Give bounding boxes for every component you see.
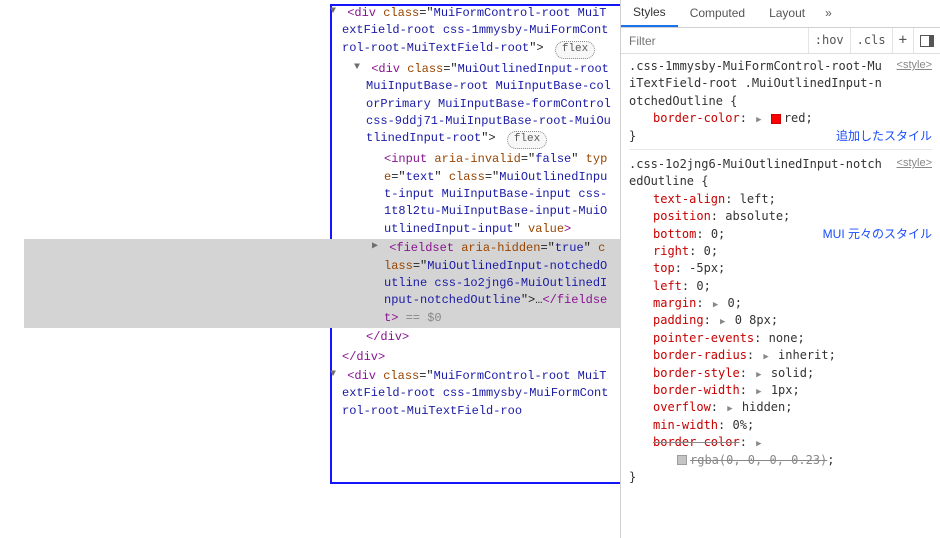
dom-node-div-close[interactable]: </div> <box>24 348 620 367</box>
dom-node-div-inputroot[interactable]: <div class="MuiOutlinedInput-root MuiInp… <box>24 60 620 151</box>
css-value-overridden[interactable]: rgba(0, 0, 0, 0.23); <box>629 452 932 469</box>
css-declaration[interactable]: padding: 0 8px; <box>629 312 932 329</box>
elements-panel: <div class="MuiFormControl-root MuiTextF… <box>20 0 620 538</box>
rule-source-link[interactable]: <style> <box>897 58 932 110</box>
css-declaration[interactable]: left: 0; <box>629 278 932 295</box>
css-declaration[interactable]: margin: 0; <box>629 295 932 312</box>
expand-arrow-icon[interactable] <box>756 386 761 399</box>
css-declaration[interactable]: text-align: left; <box>629 191 932 208</box>
new-rule-button[interactable]: + <box>892 28 913 53</box>
expand-arrow-icon[interactable] <box>713 299 718 312</box>
dom-node-fieldset-selected[interactable]: <fieldset aria-hidden="true" class="MuiO… <box>24 239 620 328</box>
styles-filter-row: :hov .cls + <box>621 28 940 54</box>
annotation-added-style: 追加したスタイル <box>836 128 932 145</box>
css-rule[interactable]: .css-1mmysby-MuiFormControl-root-MuiText… <box>629 58 932 150</box>
expand-arrow-icon[interactable] <box>720 316 725 329</box>
css-declaration[interactable]: border-color: red; <box>629 110 932 127</box>
dom-node-input[interactable]: <input aria-invalid="false" type="text" … <box>24 150 620 239</box>
tab-overflow[interactable]: » <box>817 0 840 27</box>
tag-open: <div <box>347 6 383 20</box>
gutter <box>0 0 20 538</box>
css-declaration[interactable]: border-radius: inherit; <box>629 347 932 364</box>
selected-node-marker: == $0 <box>398 311 441 325</box>
css-declaration[interactable]: pointer-events: none; <box>629 330 932 347</box>
tab-computed[interactable]: Computed <box>678 0 757 27</box>
css-declaration[interactable]: border-style: solid; <box>629 365 932 382</box>
expand-arrow-icon[interactable] <box>763 351 768 364</box>
expand-toggle-icon[interactable] <box>330 5 340 20</box>
expand-arrow-icon[interactable] <box>727 403 732 416</box>
styles-filter-input[interactable] <box>621 34 808 48</box>
css-declaration[interactable]: min-width: 0%; <box>629 417 932 434</box>
css-declaration[interactable]: top: -5px; <box>629 260 932 277</box>
tab-layout[interactable]: Layout <box>757 0 817 27</box>
expand-toggle-icon[interactable] <box>330 368 340 383</box>
expand-arrow-icon[interactable] <box>756 114 761 127</box>
styles-panel: Styles Computed Layout » :hov .cls + .cs… <box>620 0 940 538</box>
expand-arrow-icon[interactable] <box>756 438 761 451</box>
cls-toggle[interactable]: .cls <box>850 28 892 53</box>
dom-node-div-formcontrol[interactable]: <div class="MuiFormControl-root MuiTextF… <box>24 4 620 60</box>
css-declaration[interactable]: right: 0; <box>629 243 932 260</box>
color-swatch[interactable] <box>771 114 781 124</box>
annotation-mui-style: MUI 元々のスタイル <box>823 226 932 243</box>
expand-arrow-icon[interactable] <box>756 369 761 382</box>
css-declaration[interactable]: position: absolute; <box>629 208 932 225</box>
hov-toggle[interactable]: :hov <box>808 28 850 53</box>
css-declaration-overridden[interactable]: border-color: <box>629 434 932 451</box>
color-swatch[interactable] <box>677 455 687 465</box>
rule-selector: .css-1o2jng6-MuiOutlinedInput-notchedOut… <box>629 156 889 191</box>
styles-tabs: Styles Computed Layout » <box>621 0 940 28</box>
expand-toggle-icon[interactable] <box>354 61 364 76</box>
rule-selector: .css-1mmysby-MuiFormControl-root-MuiText… <box>629 58 889 110</box>
styles-body: .css-1mmysby-MuiFormControl-root-MuiText… <box>621 54 940 538</box>
flex-badge[interactable]: flex <box>507 131 547 149</box>
css-declaration[interactable]: border-width: 1px; <box>629 382 932 399</box>
dom-node-div-formcontrol-next[interactable]: <div class="MuiFormControl-root MuiTextF… <box>24 367 620 421</box>
css-rule[interactable]: .css-1o2jng6-MuiOutlinedInput-notchedOut… <box>629 156 932 490</box>
flex-badge[interactable]: flex <box>555 41 595 59</box>
rule-source-link[interactable]: <style> <box>897 156 932 191</box>
expand-toggle-icon[interactable] <box>372 240 382 255</box>
panel-toggle-icon[interactable] <box>913 28 940 53</box>
tab-styles[interactable]: Styles <box>621 0 678 27</box>
css-declaration[interactable]: overflow: hidden; <box>629 399 932 416</box>
css-declaration[interactable]: bottom: 0;MUI 元々のスタイル <box>629 226 932 243</box>
dom-node-div-close[interactable]: </div> <box>24 328 620 347</box>
